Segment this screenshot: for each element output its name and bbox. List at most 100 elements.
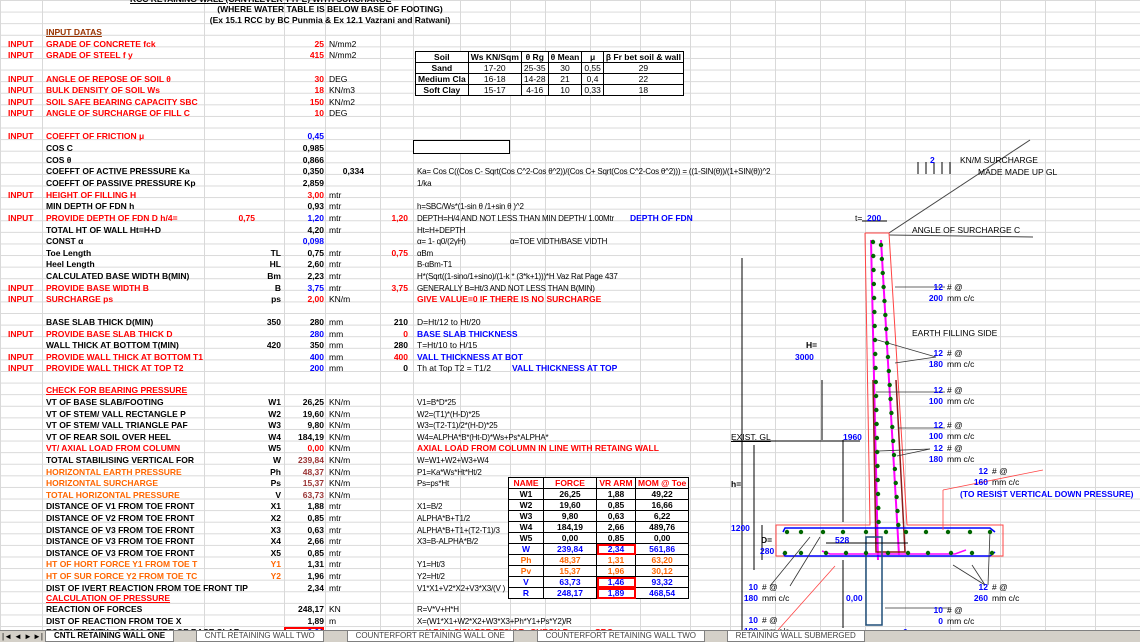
bar-at-label: # @ [947, 420, 963, 430]
next-sheet-button[interactable]: ► [24, 632, 32, 641]
rebar-dot [883, 312, 888, 318]
made-up-gl-label: MADE MADE UP GL [978, 167, 1058, 177]
d-value: 280 [760, 546, 775, 556]
rebar-dot [863, 550, 869, 556]
shear-key [865, 536, 883, 626]
t-value: 200 [867, 213, 882, 223]
bar-diameter: 12 [933, 443, 943, 453]
rebar-dot [885, 550, 891, 556]
rebar-dot [890, 424, 895, 430]
prev-sheet-button[interactable]: ◄ [14, 632, 22, 641]
t-label: t= [855, 213, 863, 223]
rebar-dot [875, 491, 881, 497]
base-top-bar [782, 527, 996, 533]
rebar-dot [871, 267, 876, 273]
rebar-dot [884, 326, 889, 332]
sheet-tab[interactable]: COUNTERFORT RETAINING WALL ONE [346, 631, 514, 642]
rebar-dot [893, 480, 898, 486]
dim-0-00: 0,00 [846, 593, 863, 603]
bar-diameter: 10 [748, 582, 758, 592]
bar-at-label: # @ [947, 282, 963, 292]
bar-at-label: # @ [947, 385, 963, 395]
earth-filling-side-label: EARTH FILLING SIDE [912, 328, 998, 338]
rebar-dot [894, 494, 899, 500]
rebar-dot [925, 550, 931, 556]
bar-diameter: 12 [978, 582, 988, 592]
bar-spacing: 100 [928, 431, 943, 441]
sheet-tab[interactable]: CNTL RETAINING WALL ONE [45, 631, 175, 642]
rebar-dot [876, 505, 881, 511]
rebar-dot [872, 323, 877, 329]
bar-at-label: # @ [992, 582, 1008, 592]
rebar-dot [871, 253, 876, 259]
rebar-dot [923, 529, 929, 535]
rebar-dot [881, 284, 886, 290]
rebar-dot [887, 382, 892, 388]
bar-at-label: # @ [762, 615, 778, 625]
rebar-dot [888, 396, 893, 402]
h-label: H= [806, 340, 818, 350]
rebar-dot [872, 337, 878, 343]
rebar-dot [967, 529, 973, 535]
sheet-tab[interactable]: CNTL RETAINING WALL TWO [195, 631, 324, 642]
bar-mmcc-label: mm c/c [947, 293, 975, 303]
exist-gl-value: 1960 [843, 432, 862, 442]
surcharge-label: KN/M SURCHARGE [960, 155, 1038, 165]
rebar-dot [945, 529, 951, 535]
d-label: D= [761, 535, 773, 545]
bar-spacing: 160 [973, 477, 988, 487]
rebar-dot [969, 550, 975, 556]
first-sheet-button[interactable]: |◄ [2, 632, 12, 641]
dim-528: 528 [835, 535, 850, 545]
rebar-dot [873, 351, 878, 357]
bar-spacing: 0 [938, 616, 943, 626]
rebar-dot [892, 466, 898, 472]
bar-diameter: 12 [933, 385, 943, 395]
bar-diameter: 10 [933, 605, 943, 615]
rebar-dot [890, 438, 896, 444]
rebar-dot [876, 519, 881, 525]
angle-surcharge-label: ANGLE OF SURCHARGE C [912, 225, 1021, 235]
rebar-dot [873, 379, 878, 385]
rebar-dot [903, 529, 909, 535]
bar-at-label: # @ [947, 348, 963, 358]
rebar-dot [872, 309, 877, 315]
bar-mmcc-label: mm c/c [947, 359, 975, 369]
rebar-dot [875, 477, 880, 483]
bar-diameter: 12 [933, 282, 943, 292]
bar-mmcc-label: mm c/c [992, 593, 1020, 603]
rebar-dot [871, 281, 877, 287]
last-sheet-button[interactable]: ►| [33, 632, 43, 641]
rebar-dot [840, 529, 846, 535]
rebar-dot [784, 529, 790, 535]
rebar-dot [882, 298, 887, 304]
sheet-tab-bar: |◄ ◄ ► ►| CNTL RETAINING WALL ONE CNTL RE… [0, 630, 1140, 642]
rebar-dot [885, 354, 891, 360]
rebar-dot [874, 421, 879, 427]
rebar-dot [874, 407, 879, 413]
rebar-dot [820, 529, 826, 535]
rebar-dot [883, 529, 889, 535]
rebar-dot [948, 550, 954, 556]
rebar-dot [873, 393, 879, 399]
bar-spacing: 100 [928, 396, 943, 406]
rebar-dot [870, 239, 876, 245]
bar-at-label: # @ [947, 605, 963, 615]
rebar-dot [879, 256, 885, 262]
rebar-dot [987, 529, 993, 535]
rebar-dot [875, 463, 880, 469]
sheet-tab[interactable]: COUNTERFORT RETAINING WALL TWO [536, 631, 705, 642]
small-h-label: h= [731, 479, 742, 489]
rebar-dot [878, 242, 884, 248]
rebar-dot [889, 410, 894, 416]
exist-gl-label: EXIST. GL [731, 432, 771, 442]
bar-at-label: # @ [947, 443, 963, 453]
rebar-dot [891, 452, 897, 458]
rebar-dot [880, 270, 885, 276]
bar-at-label: # @ [762, 582, 778, 592]
bar-mmcc-label: mm c/c [947, 431, 975, 441]
bar-mmcc-label: mm c/c [947, 616, 975, 626]
sheet-tab[interactable]: RETAINING WALL SUBMERGED [726, 631, 865, 642]
rebar-dot [798, 529, 804, 535]
h-value: 3000 [795, 352, 814, 362]
